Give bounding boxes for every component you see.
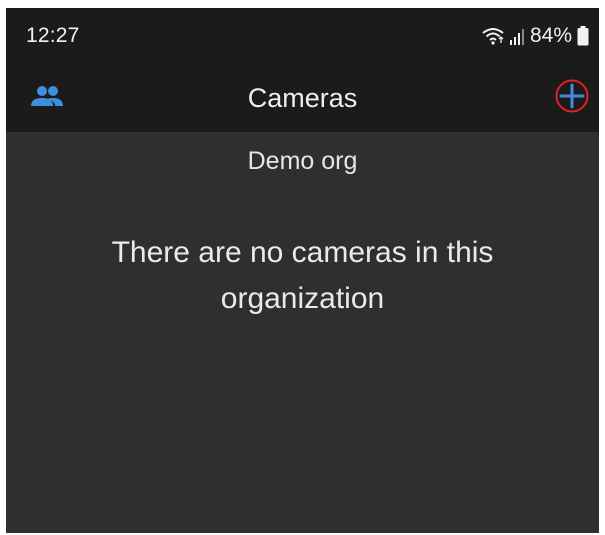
wifi-icon — [482, 27, 504, 45]
battery-percent: 84% — [529, 24, 572, 47]
status-bar: 12:27 84% — [6, 8, 599, 64]
status-indicators: 84% — [482, 23, 589, 49]
add-camera-button[interactable] — [552, 76, 592, 116]
app-bar: Cameras — [6, 64, 599, 132]
empty-state-message: There are no cameras in this organizatio… — [111, 236, 494, 315]
organization-name: Demo org — [247, 147, 358, 175]
app-screen: 12:27 84% Cameras Demo org There are no … — [6, 8, 599, 533]
page-title: Cameras — [247, 83, 358, 113]
status-time: 12:27 — [26, 24, 80, 47]
signal-icon — [509, 27, 525, 45]
add-icon — [552, 79, 592, 120]
battery-icon — [577, 26, 589, 46]
